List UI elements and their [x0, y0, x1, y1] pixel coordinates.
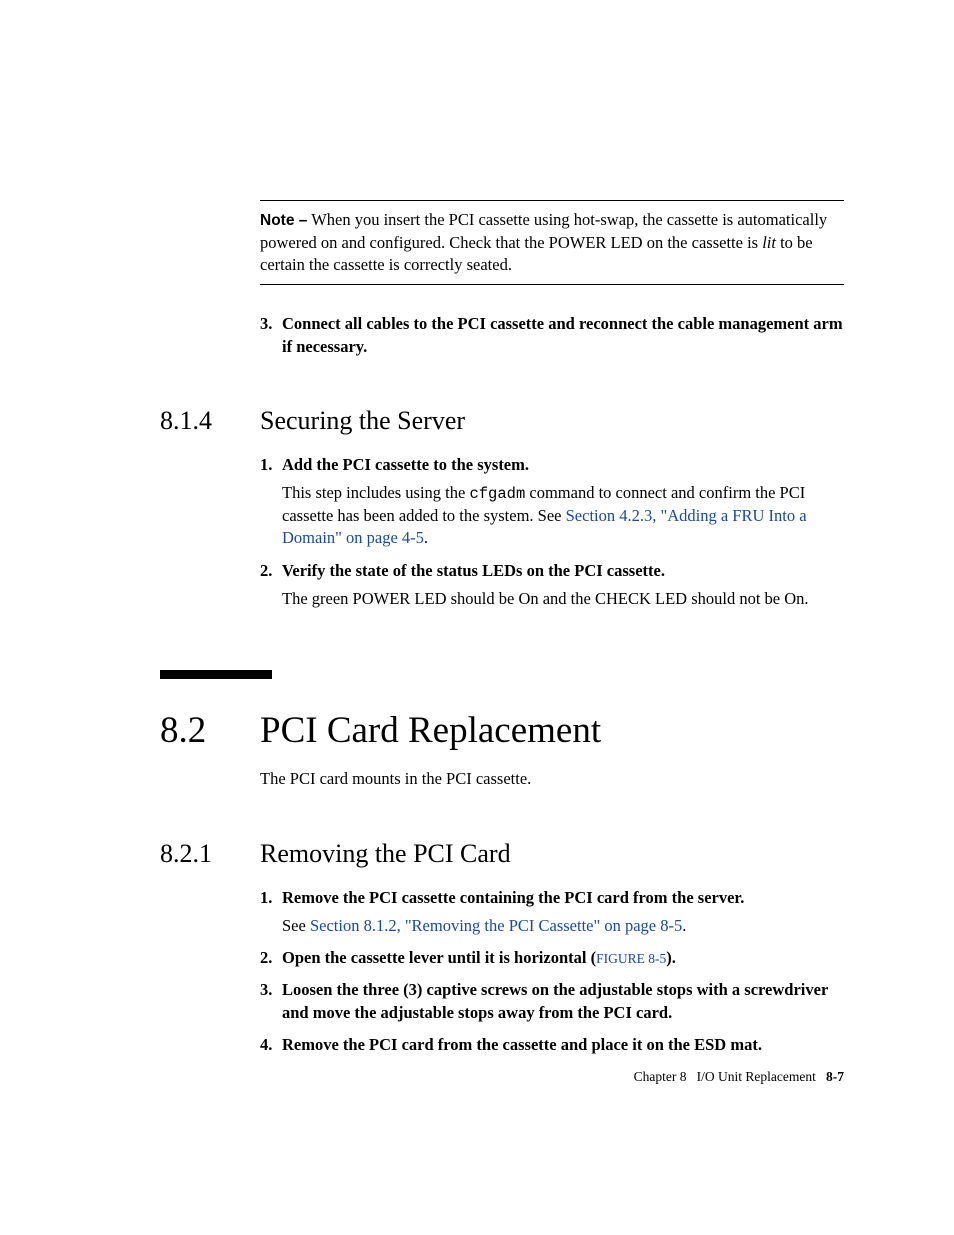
page-footer: Chapter 8 I/O Unit Replacement 8-7	[634, 1069, 844, 1085]
step-text: Verify the state of the status LEDs on t…	[282, 560, 844, 582]
heading-title: PCI Card Replacement	[260, 709, 601, 752]
step-text: Remove the PCI card from the cassette an…	[282, 1034, 844, 1056]
step-number: 2.	[260, 947, 282, 969]
step-text: Loosen the three (3) captive screws on t…	[282, 979, 844, 1024]
step-number: 3.	[260, 313, 282, 358]
page-content: Note – When you insert the PCI cassette …	[0, 0, 954, 1056]
section-8-2: 8.2 PCI Card Replacement The PCI card mo…	[160, 670, 844, 790]
cross-reference-link[interactable]: Section 8.1.2, "Removing the PCI Cassett…	[310, 916, 682, 935]
heading-8-2-1: 8.2.1 Removing the PCI Card	[160, 839, 844, 869]
heading-title: Removing the PCI Card	[260, 839, 511, 869]
step-body: See Section 8.1.2, "Removing the PCI Cas…	[282, 915, 844, 937]
step-8-1-4-1: 1. Add the PCI cassette to the system. T…	[260, 454, 844, 550]
note-label: Note –	[260, 212, 307, 229]
inline-code: cfgadm	[469, 485, 525, 503]
note-italic: lit	[762, 233, 776, 252]
step-number: 1.	[260, 887, 282, 909]
heading-8-1-4: 8.1.4 Securing the Server	[160, 406, 844, 436]
section-rule	[160, 670, 272, 679]
step-number: 4.	[260, 1034, 282, 1056]
intro-text: The PCI card mounts in the PCI cassette.	[260, 768, 844, 790]
step-text: Open the cassette lever until it is hori…	[282, 947, 844, 969]
heading-number: 8.2.1	[160, 839, 260, 869]
step-text: Add the PCI cassette to the system.	[282, 454, 844, 476]
note-box: Note – When you insert the PCI cassette …	[260, 200, 844, 285]
step-8-1-3-3: 3. Connect all cables to the PCI cassett…	[260, 313, 844, 358]
step-8-2-1-2: 2. Open the cassette lever until it is h…	[260, 947, 844, 969]
figure-reference-link[interactable]: FIGURE 8-5	[596, 951, 666, 966]
step-8-2-1-3: 3. Loosen the three (3) captive screws o…	[260, 979, 844, 1024]
note-text-a: When you insert the PCI cassette using h…	[260, 210, 827, 252]
footer-chapter: Chapter 8	[634, 1069, 687, 1084]
heading-8-2: 8.2 PCI Card Replacement	[160, 709, 844, 752]
step-body: This step includes using the cfgadm comm…	[282, 482, 844, 549]
footer-page-number: 8-7	[826, 1069, 844, 1084]
heading-number: 8.1.4	[160, 406, 260, 436]
step-8-2-1-4: 4. Remove the PCI card from the cassette…	[260, 1034, 844, 1056]
step-text: Connect all cables to the PCI cassette a…	[282, 313, 844, 358]
heading-number: 8.2	[160, 709, 260, 752]
step-number: 1.	[260, 454, 282, 476]
step-number: 2.	[260, 560, 282, 582]
heading-title: Securing the Server	[260, 406, 465, 436]
step-text: Remove the PCI cassette containing the P…	[282, 887, 844, 909]
step-body: The green POWER LED should be On and the…	[282, 588, 844, 610]
step-number: 3.	[260, 979, 282, 1024]
step-8-2-1-1: 1. Remove the PCI cassette containing th…	[260, 887, 844, 938]
step-8-1-4-2: 2. Verify the state of the status LEDs o…	[260, 560, 844, 611]
footer-title: I/O Unit Replacement	[697, 1069, 816, 1084]
